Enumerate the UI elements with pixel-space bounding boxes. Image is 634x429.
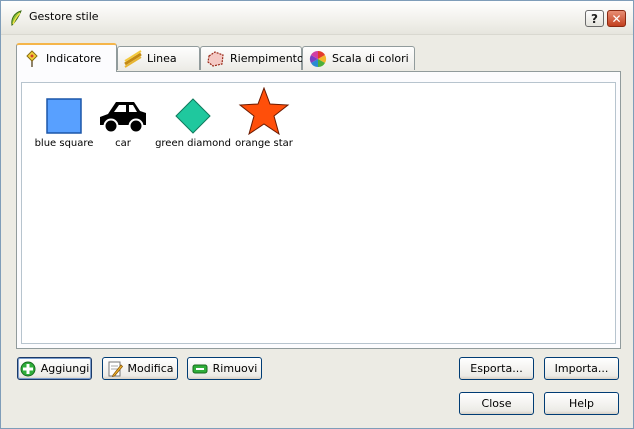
export-button[interactable]: Esporta... <box>459 357 534 380</box>
add-button-label: Aggiungi <box>40 362 90 375</box>
tab-indicatore[interactable]: Indicatore <box>16 43 117 72</box>
remove-button-label: Rimuovi <box>212 362 258 375</box>
edit-button-label: Modifica <box>127 362 174 375</box>
export-button-label: Esporta... <box>470 362 523 375</box>
window-title: Gestore stile <box>29 10 99 23</box>
symbol-item[interactable]: orange star <box>219 87 309 149</box>
line-icon <box>124 49 142 68</box>
green-diamond-icon <box>175 98 211 134</box>
close-title-button[interactable]: ✕ <box>607 10 626 27</box>
orange-star-icon <box>238 87 290 135</box>
polygon-fill-icon <box>207 50 224 67</box>
tab-label: Scala di colori <box>332 52 409 65</box>
minus-icon <box>192 364 208 373</box>
color-wheel-icon <box>309 50 327 67</box>
symbol-list[interactable]: blue square car green diamond orange sta… <box>21 82 616 344</box>
style-manager-window: Gestore stile ? ✕ Indicatore Linea Riemp… <box>0 0 634 429</box>
help-button-label: Help <box>568 397 595 410</box>
remove-button[interactable]: Rimuovi <box>187 357 262 380</box>
tab-label: Riempimento <box>230 52 304 65</box>
help-title-button[interactable]: ? <box>585 10 604 27</box>
close-button-label: Close <box>481 397 512 410</box>
add-button[interactable]: Aggiungi <box>17 357 92 380</box>
import-button[interactable]: Importa... <box>544 357 619 380</box>
plus-icon <box>20 361 36 376</box>
tab-riempimento[interactable]: Riempimento <box>200 46 304 70</box>
title-bar[interactable]: Gestore stile ? ✕ <box>1 1 633 35</box>
tab-linea[interactable]: Linea <box>117 46 200 70</box>
help-button[interactable]: Help <box>544 392 619 415</box>
symbol-label: orange star <box>235 138 293 149</box>
tab-scala-di-colori[interactable]: Scala di colori <box>302 46 415 70</box>
close-button[interactable]: Close <box>459 392 534 415</box>
qgis-app-icon <box>11 10 22 26</box>
import-button-label: Importa... <box>554 362 609 375</box>
edit-document-icon <box>108 361 123 377</box>
tab-label: Linea <box>147 52 177 65</box>
tab-panel: blue square car green diamond orange sta… <box>16 71 621 349</box>
edit-button[interactable]: Modifica <box>102 357 178 380</box>
marker-icon <box>26 49 38 67</box>
car-icon <box>100 102 146 134</box>
tab-label: Indicatore <box>46 52 102 65</box>
